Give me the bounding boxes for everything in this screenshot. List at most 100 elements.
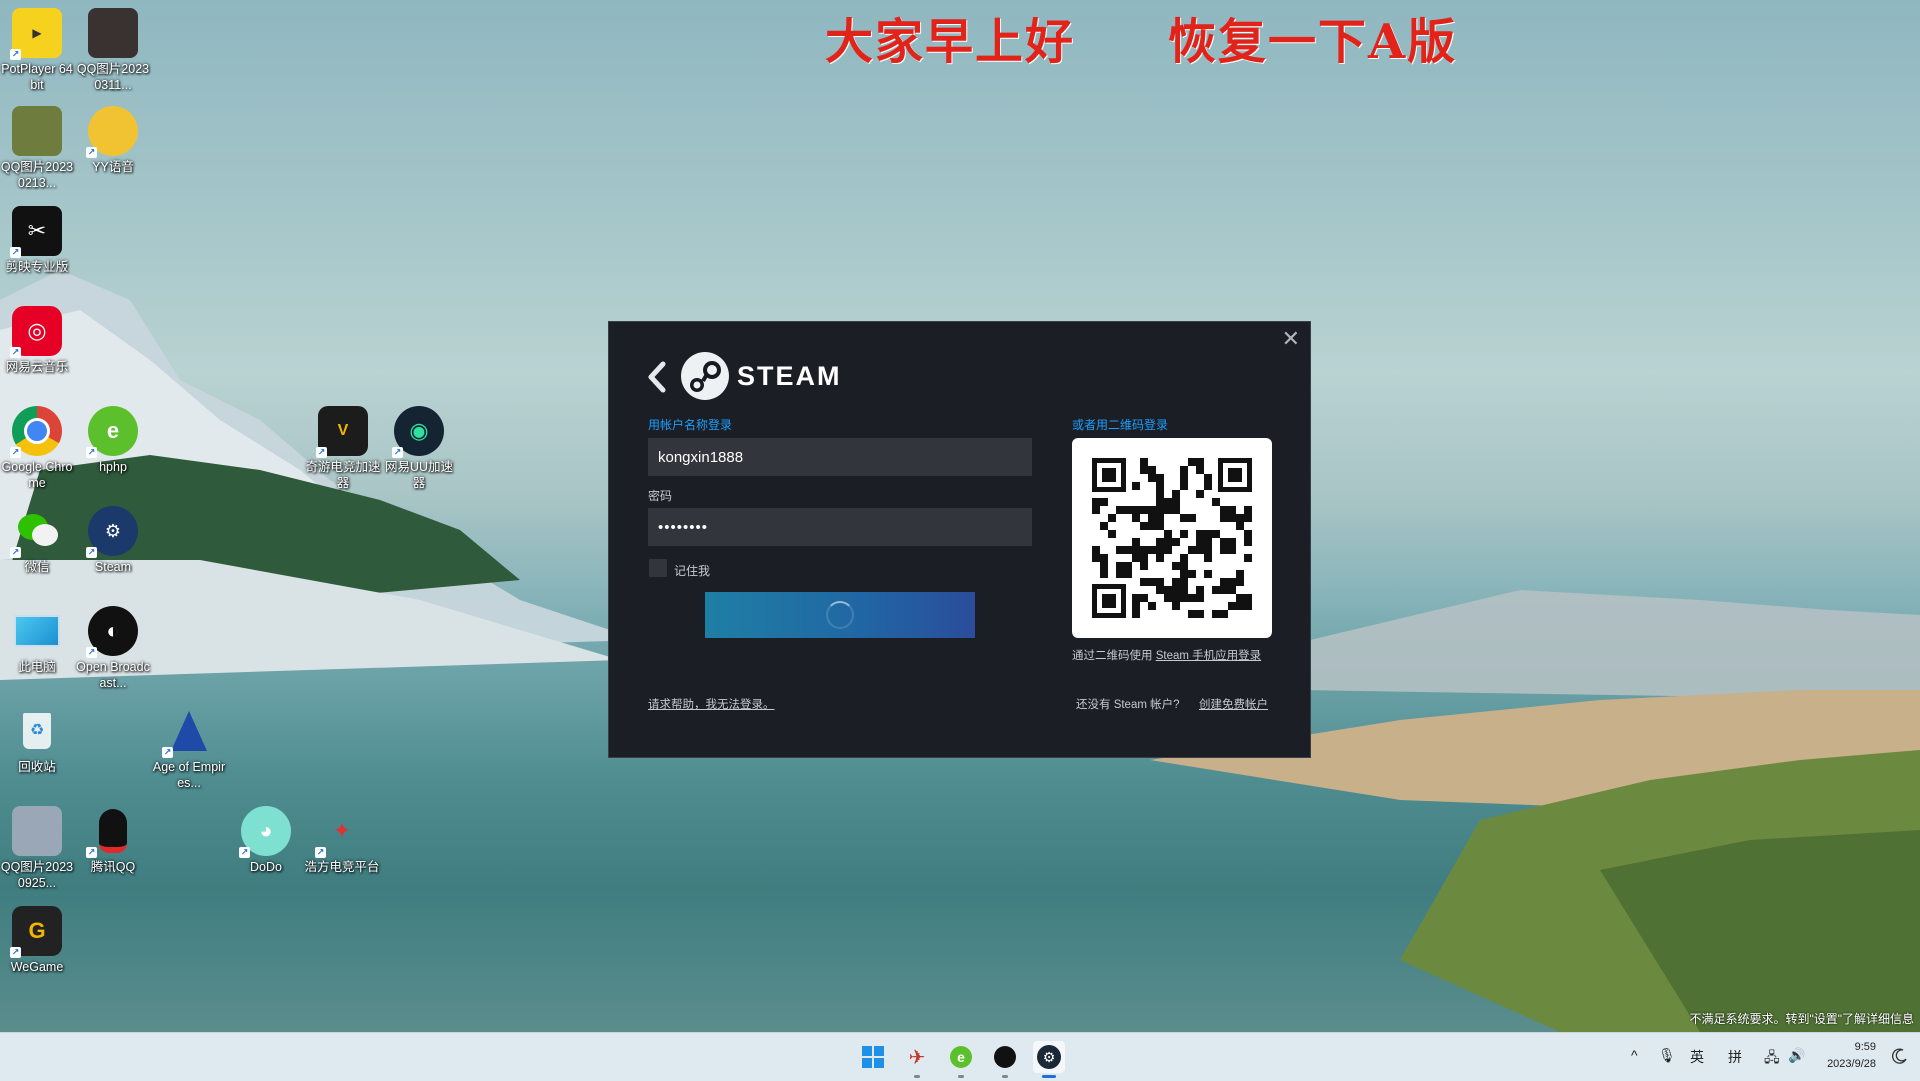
desktop-icon-label: Google Chrome xyxy=(1,460,73,490)
desktop-icon-this-pc[interactable]: 此电脑 xyxy=(0,606,76,675)
steam-icon: ⚙ xyxy=(1037,1045,1061,1069)
desktop-icon-label: Steam xyxy=(94,560,132,574)
qiyou-icon: ✈ xyxy=(908,1046,926,1069)
photo-thumbnail-icon xyxy=(88,8,138,58)
yy-raccoon-icon: ↗ xyxy=(86,106,138,158)
netease-music-icon: ◎ ↗ xyxy=(10,306,62,358)
qq-penguin-icon: ↗ xyxy=(86,806,138,858)
close-icon[interactable]: ✕ xyxy=(1282,326,1300,352)
desktop-icon-label: QQ图片20230925... xyxy=(0,860,74,890)
recycle-bin-icon: ♻ xyxy=(12,706,62,756)
help-cant-sign-in-link[interactable]: 请求帮助，我无法登录。 xyxy=(648,696,775,712)
steam-mobile-app-link[interactable]: Steam 手机应用登录 xyxy=(1156,650,1261,662)
wechat-icon: ↗ xyxy=(10,506,62,558)
desktop-icon-label: 腾讯QQ xyxy=(90,860,136,874)
desktop-icon-label: 浩方电竞平台 xyxy=(304,860,380,874)
potplayer-icon: ▶ ↗ xyxy=(10,8,62,60)
desktop-icon-qq-image-1[interactable]: QQ图片20230311... xyxy=(74,8,152,93)
desktop-icon-hphp[interactable]: e ↗ hphp xyxy=(74,406,152,475)
qr-code-icon xyxy=(1092,458,1252,618)
desktop-icon-obs[interactable]: ◐ ↗ Open Broadcast... xyxy=(74,606,152,691)
desktop-icon-haofang[interactable]: ✦ ↗ 浩方电竞平台 xyxy=(303,806,381,875)
steam-login-dialog: ✕ STEAM 用帐户名称登录 密码 记住我 或者用二维码登录 xyxy=(608,321,1311,758)
taskbar-app-qiyou[interactable]: ✈ xyxy=(901,1041,933,1078)
qiyou-icon: V ↗ xyxy=(316,406,368,458)
desktop-icon-label: hphp xyxy=(99,460,127,474)
desktop-icon-qq-image-2[interactable]: QQ图片20230213... xyxy=(0,106,76,191)
desktop-icon-qq[interactable]: ↗ 腾讯QQ xyxy=(74,806,152,875)
notification-moon-icon[interactable] xyxy=(1892,1048,1908,1064)
overlay-left-text: 大家早上好 xyxy=(825,14,1076,70)
desktop-icon-label: DoDo xyxy=(250,860,282,874)
password-input[interactable] xyxy=(648,508,1032,546)
windows-start-icon xyxy=(862,1046,884,1068)
desktop-icon-label: 微信 xyxy=(24,560,50,574)
hphp-icon: e ↗ xyxy=(86,406,138,458)
taskbar-app-steam[interactable]: ⚙ xyxy=(1033,1041,1065,1078)
desktop-icon-label: Age of Empires... xyxy=(152,760,226,790)
desktop-icon-qiyou[interactable]: V ↗ 奇游电竞加速器 xyxy=(304,406,382,491)
input-language-indicator[interactable]: 英 xyxy=(1690,1047,1704,1067)
haofang-icon: ✦ ↗ xyxy=(315,818,352,858)
back-chevron-icon[interactable] xyxy=(645,360,669,394)
uu-accelerator-icon: ◉ ↗ xyxy=(392,406,444,458)
desktop-icon-uu[interactable]: ◉ ↗ 网易UU加速器 xyxy=(380,406,458,491)
taskbar-app-hphp[interactable]: e xyxy=(945,1041,977,1078)
loading-spinner-icon xyxy=(826,601,854,629)
account-name-label: 用帐户名称登录 xyxy=(648,418,733,432)
volume-icon[interactable]: 🔊 xyxy=(1788,1047,1805,1064)
start-button[interactable] xyxy=(857,1041,889,1073)
desktop-icon-label: WeGame xyxy=(10,960,64,974)
photo-thumbnail-icon xyxy=(12,806,62,856)
desktop-icon-dodo[interactable]: ◕ ↗ DoDo xyxy=(227,806,305,875)
steam-logo-icon xyxy=(681,352,729,400)
desktop-icon-label: QQ图片20230311... xyxy=(76,62,150,92)
desktop-icon-label: 回收站 xyxy=(18,760,56,774)
qr-login-label: 或者用二维码登录 xyxy=(1072,418,1169,432)
steam-brand-text: STEAM xyxy=(737,361,842,391)
desktop-icon-steam[interactable]: ⚙ ↗ Steam xyxy=(74,506,152,575)
desktop-icon-label: QQ图片20230213... xyxy=(0,160,74,190)
desktop-icon-label: 此电脑 xyxy=(18,660,56,674)
desktop-icon-potplayer[interactable]: ▶ ↗ PotPlayer 64 bit xyxy=(0,8,76,93)
network-icon[interactable]: 🖧 xyxy=(1764,1047,1780,1071)
desktop-icon-age-of-empires[interactable]: ↗ Age of Empires... xyxy=(150,706,228,791)
password-label: 密码 xyxy=(648,489,673,503)
photo-thumbnail-icon xyxy=(12,106,62,156)
desktop-icon-wegame[interactable]: G ↗ WeGame xyxy=(0,906,76,975)
obs-icon xyxy=(994,1046,1016,1068)
obs-icon: ◐ ↗ xyxy=(86,606,138,658)
hphp-icon: e xyxy=(950,1046,972,1068)
desktop-icon-jianying[interactable]: ✂ ↗ 剪映专业版 xyxy=(0,206,76,275)
desktop-icon-label: 网易UU加速器 xyxy=(384,460,454,490)
desktop-icon-label: Open Broadcast... xyxy=(76,660,150,690)
overlay-greeting: 大家早上好 恢复一下A版 xyxy=(825,0,1455,70)
sign-in-button[interactable] xyxy=(705,592,975,638)
desktop-icon-label: YY语音 xyxy=(92,160,134,174)
monitor-icon xyxy=(12,606,62,656)
desktop-icon-yy[interactable]: ↗ YY语音 xyxy=(74,106,152,175)
age-of-empires-icon: ↗ xyxy=(162,706,214,758)
taskbar-app-obs[interactable] xyxy=(989,1041,1021,1078)
no-account-text: 还没有 Steam 帐户? xyxy=(1076,699,1180,711)
clock-date: 2023/9/28 xyxy=(1827,1058,1876,1070)
desktop-icon-recycle-bin[interactable]: ♻ 回收站 xyxy=(0,706,76,775)
dodo-duck-icon: ◕ ↗ xyxy=(239,806,291,858)
account-name-input[interactable] xyxy=(648,438,1032,476)
desktop-icon-netease-music[interactable]: ◎ ↗ 网易云音乐 xyxy=(0,306,76,375)
tray-overflow-chevron-icon[interactable]: ^ xyxy=(1631,1047,1638,1063)
taskbar: ✈ e ⚙ ^ 🎙 英 拼 🖧 🔊 9:59 2023/9/28 xyxy=(0,1032,1920,1081)
microphone-icon[interactable]: 🎙 xyxy=(1658,1047,1676,1064)
taskbar-clock[interactable]: 9:59 2023/9/28 xyxy=(1827,1039,1876,1073)
ime-mode-indicator[interactable]: 拼 xyxy=(1728,1047,1742,1067)
desktop-icon-label: 网易云音乐 xyxy=(5,360,69,374)
desktop-icon-label: 奇游电竞加速器 xyxy=(305,460,381,490)
create-account-link[interactable]: 创建免费帐户 xyxy=(1199,696,1268,712)
remember-me-checkbox[interactable] xyxy=(649,559,667,577)
desktop-icon-wechat[interactable]: ↗ 微信 xyxy=(0,506,76,575)
desktop-icon-label: PotPlayer 64 bit xyxy=(1,62,73,92)
desktop-icon-qq-image-3[interactable]: QQ图片20230925... xyxy=(0,806,76,891)
system-requirements-notice: 不满足系统要求。转到"设置"了解详细信息 xyxy=(1689,1012,1914,1026)
chrome-icon: ↗ xyxy=(10,406,62,458)
desktop-icon-chrome[interactable]: ↗ Google Chrome xyxy=(0,406,76,491)
